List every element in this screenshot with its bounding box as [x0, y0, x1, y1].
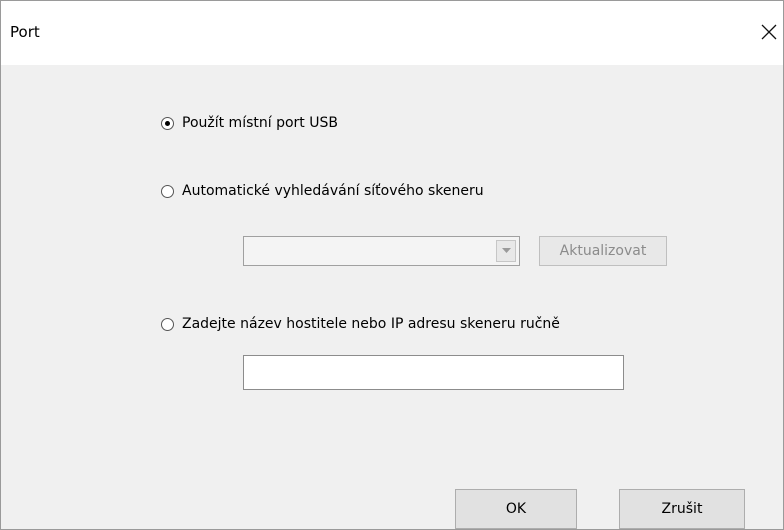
scanner-select[interactable]	[243, 236, 520, 266]
radio-manual-host[interactable]: Zadejte název hostitele nebo IP adresu s…	[161, 316, 560, 332]
title-bar: Port	[1, 1, 783, 65]
close-icon	[761, 24, 777, 40]
chevron-down-icon	[501, 248, 511, 253]
dropdown-button[interactable]	[496, 240, 516, 262]
dialog-body: Použít místní port USB Automatické vyhle…	[1, 65, 783, 529]
radio-usb-indicator[interactable]	[161, 116, 174, 130]
host-address-input[interactable]	[243, 355, 624, 390]
radio-auto-indicator[interactable]	[161, 184, 174, 198]
radio-manual-label: Zadejte název hostitele nebo IP adresu s…	[182, 316, 560, 332]
radio-auto-search[interactable]: Automatické vyhledávání síťového skeneru	[161, 183, 484, 199]
close-button[interactable]	[755, 17, 783, 47]
cancel-button[interactable]: Zrušit	[619, 489, 745, 529]
window-title: Port	[10, 23, 40, 41]
radio-usb-port[interactable]: Použít místní port USB	[161, 115, 338, 131]
radio-manual-indicator[interactable]	[161, 317, 174, 331]
refresh-button[interactable]: Aktualizovat	[539, 236, 667, 266]
radio-auto-label: Automatické vyhledávání síťového skeneru	[182, 183, 484, 199]
radio-usb-label: Použít místní port USB	[182, 115, 338, 131]
port-dialog: Port Použít místní port USB Automatické …	[0, 0, 784, 530]
ok-button[interactable]: OK	[455, 489, 577, 529]
